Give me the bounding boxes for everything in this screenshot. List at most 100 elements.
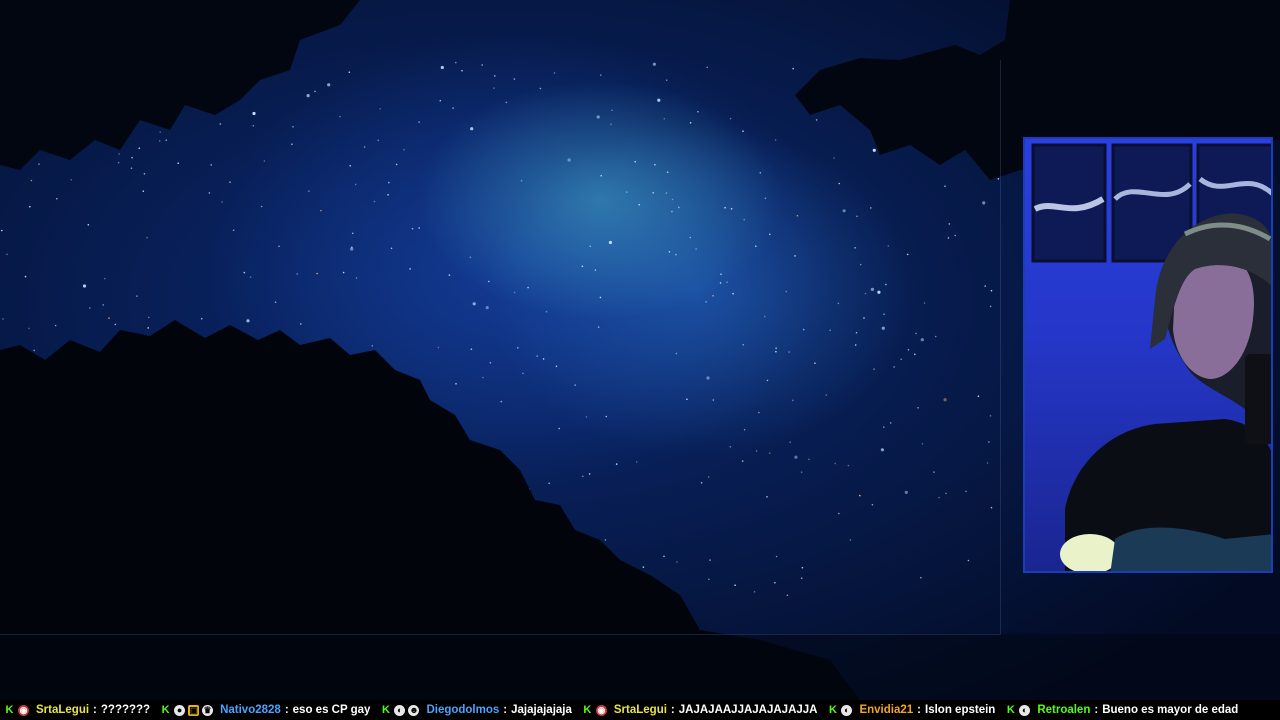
- bot-badge-icon: ☻: [408, 704, 420, 716]
- star: [758, 411, 760, 414]
- star: [988, 441, 990, 443]
- chat-message-text: eso es CP gay: [292, 704, 371, 716]
- star: [915, 332, 917, 335]
- star: [883, 426, 885, 428]
- star: [917, 407, 919, 409]
- star: [920, 576, 922, 579]
- star: [863, 317, 865, 319]
- star: [944, 185, 946, 187]
- chat-message: K ◐ Retroalen: Bueno es mayor de edad: [1005, 704, 1239, 716]
- star: [520, 179, 523, 182]
- chat-separator: :: [503, 704, 508, 716]
- star: [665, 79, 668, 81]
- star: [945, 492, 947, 495]
- star: [642, 566, 645, 568]
- kick-icon: K: [381, 703, 390, 716]
- star: [712, 295, 714, 297]
- star: [348, 71, 351, 73]
- star: [87, 224, 90, 226]
- star: [883, 313, 885, 316]
- star: [320, 209, 322, 212]
- star: [482, 376, 484, 379]
- star: [600, 74, 602, 76]
- star: [82, 284, 87, 288]
- star: [409, 268, 411, 270]
- star: [885, 283, 887, 286]
- star: [948, 223, 951, 225]
- star: [604, 539, 607, 541]
- star: [306, 94, 310, 98]
- star: [742, 343, 744, 346]
- star: [379, 108, 382, 110]
- star: [847, 464, 850, 467]
- star: [638, 203, 640, 206]
- star: [351, 232, 354, 235]
- star: [177, 162, 179, 164]
- star: [742, 130, 744, 132]
- star: [0, 229, 3, 232]
- star: [663, 117, 666, 120]
- chat-username[interactable]: Diegodolmos: [426, 704, 499, 716]
- star: [849, 539, 852, 541]
- chat-username[interactable]: SrtaLegui: [36, 704, 89, 716]
- star: [768, 452, 771, 454]
- star: [440, 65, 444, 70]
- star: [351, 246, 353, 249]
- star: [943, 398, 947, 402]
- chat-separator: :: [93, 704, 97, 716]
- star: [243, 271, 246, 274]
- star: [232, 229, 235, 232]
- chat-separator: :: [284, 704, 289, 716]
- star: [732, 292, 734, 295]
- star: [997, 178, 1000, 180]
- star: [610, 123, 612, 126]
- star: [794, 455, 798, 459]
- star: [513, 291, 516, 294]
- chat-username[interactable]: Retroalen: [1037, 704, 1090, 716]
- star: [342, 271, 345, 274]
- star: [38, 163, 40, 165]
- chat-username[interactable]: Nativo2828: [220, 704, 281, 716]
- chat-message: K ● ▣ ♛ Nativo2828: eso es CP gay: [160, 704, 371, 716]
- star: [741, 460, 744, 462]
- star: [854, 344, 857, 346]
- star: [143, 173, 146, 175]
- gift-badge-icon: ▣: [188, 704, 200, 716]
- star: [870, 287, 875, 291]
- star: [856, 215, 858, 218]
- moon-badge-icon: ◐: [394, 704, 406, 716]
- star: [873, 368, 875, 370]
- star: [327, 83, 331, 87]
- star: [517, 347, 519, 349]
- star: [246, 319, 250, 323]
- star: [260, 205, 263, 208]
- star: [274, 301, 277, 304]
- star: [802, 328, 805, 331]
- star: [165, 139, 168, 141]
- star: [130, 167, 133, 169]
- star: [221, 201, 223, 203]
- chat-separator: :: [1094, 704, 1099, 716]
- star: [808, 458, 810, 461]
- star: [89, 307, 91, 309]
- star: [200, 317, 203, 320]
- star: [789, 441, 791, 444]
- star: [652, 192, 654, 194]
- star: [249, 276, 252, 278]
- star: [982, 201, 986, 205]
- chat-message: K ◐ Envidia21: Islon epstein: [827, 704, 995, 716]
- star: [608, 240, 613, 245]
- star: [893, 366, 895, 368]
- star: [452, 107, 454, 109]
- streamer-figure: [1060, 213, 1271, 571]
- chat-username[interactable]: Envidia21: [859, 704, 913, 716]
- star: [920, 338, 924, 342]
- star: [671, 198, 674, 201]
- star: [906, 253, 909, 256]
- star: [887, 245, 890, 247]
- star: [558, 427, 560, 430]
- chat-username[interactable]: SrtaLegui: [614, 704, 667, 716]
- chat-separator: :: [917, 704, 922, 716]
- star: [635, 461, 638, 463]
- star: [755, 450, 758, 452]
